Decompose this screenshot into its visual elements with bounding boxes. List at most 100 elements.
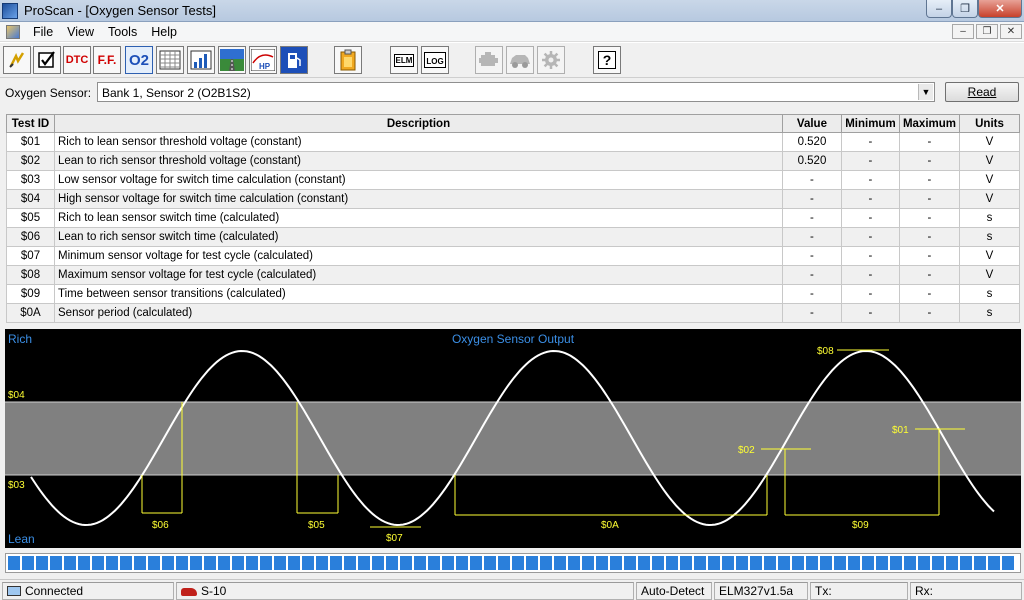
progress-segment xyxy=(120,556,132,570)
dtc-button[interactable]: DTC xyxy=(63,46,91,74)
bar-chart-button[interactable] xyxy=(187,46,215,74)
cell-maximum: - xyxy=(898,303,961,323)
minimize-button[interactable]: – xyxy=(926,0,952,18)
sensor-select[interactable]: Bank 1, Sensor 2 (O2B1S2) ▼ xyxy=(97,82,935,102)
cell-value: 0.520 xyxy=(781,151,842,171)
cell-units: V xyxy=(959,170,1020,190)
progress-segment xyxy=(456,556,468,570)
maximize-button[interactable]: ❐ xyxy=(952,0,978,18)
cell-minimum: - xyxy=(840,246,900,266)
table-row[interactable]: $05 Rich to lean sensor switch time (calc… xyxy=(6,208,1020,228)
o2-sensor-icon: O2 xyxy=(128,51,149,69)
cell-value: - xyxy=(781,303,842,323)
table-row[interactable]: $08 Maximum sensor voltage for test cycle… xyxy=(6,265,1020,285)
table-row[interactable]: $03 Low sensor voltage for switch time ca… xyxy=(6,170,1020,190)
menu-file[interactable]: File xyxy=(26,25,60,39)
progress-segment xyxy=(232,556,244,570)
menu-view[interactable]: View xyxy=(60,25,101,39)
cell-description: Time between sensor transitions (calcula… xyxy=(54,284,783,304)
column-header-description[interactable]: Description xyxy=(54,114,783,133)
marker-label-06: $06 xyxy=(152,520,169,531)
checklist-button[interactable] xyxy=(33,46,61,74)
chevron-down-icon[interactable]: ▼ xyxy=(918,84,933,100)
progress-segment xyxy=(624,556,636,570)
grid-button[interactable] xyxy=(156,46,184,74)
hp-button[interactable]: HP xyxy=(249,46,277,74)
table-row[interactable]: $06 Lean to rich sensor switch time (calc… xyxy=(6,227,1020,247)
column-header-value[interactable]: Value xyxy=(781,114,842,133)
document-icon[interactable] xyxy=(6,24,20,39)
cell-test-id: $06 xyxy=(6,227,55,247)
status-vehicle-text: S-10 xyxy=(201,584,227,598)
cell-maximum: - xyxy=(898,170,961,190)
progress-segment xyxy=(778,556,790,570)
connect-button[interactable] xyxy=(3,46,31,74)
cell-minimum: - xyxy=(840,189,900,209)
cell-value: - xyxy=(781,246,842,266)
progress-segment xyxy=(652,556,664,570)
clipboard-button[interactable] xyxy=(334,46,362,74)
child-minimize-button[interactable]: – xyxy=(952,24,974,39)
cell-maximum: - xyxy=(898,284,961,304)
progress-segment xyxy=(638,556,650,570)
marker-label-08: $08 xyxy=(817,346,834,357)
status-interface: ELM327v1.5a xyxy=(714,582,808,600)
level-label-low: $03 xyxy=(8,480,25,491)
table-row[interactable]: $0A Sensor period (calculated) - - - s xyxy=(6,303,1020,323)
column-header-minimum[interactable]: Minimum xyxy=(840,114,900,133)
vehicle-icon xyxy=(181,588,197,596)
close-button[interactable]: ✕ xyxy=(978,0,1022,18)
fuel-button[interactable] xyxy=(280,46,308,74)
table-row[interactable]: $01 Rich to lean sensor threshold voltage… xyxy=(6,132,1020,152)
cell-test-id: $04 xyxy=(6,189,55,209)
freeze-frame-button[interactable]: F.F. xyxy=(93,46,121,74)
checklist-icon xyxy=(38,51,55,68)
column-header-maximum[interactable]: Maximum xyxy=(898,114,961,133)
table-row[interactable]: $07 Minimum sensor voltage for test cycle… xyxy=(6,246,1020,266)
app-icon xyxy=(2,2,18,19)
child-close-button[interactable]: ✕ xyxy=(1000,24,1022,39)
column-header-units[interactable]: Units xyxy=(959,114,1020,133)
menu-help[interactable]: Help xyxy=(144,25,184,39)
progress-segment xyxy=(722,556,734,570)
progress-segment xyxy=(974,556,986,570)
progress-segment xyxy=(64,556,76,570)
cell-minimum: - xyxy=(840,170,900,190)
progress-segment xyxy=(666,556,678,570)
engine-button[interactable] xyxy=(475,46,503,74)
cell-minimum: - xyxy=(840,132,900,152)
elm-button[interactable]: ELM xyxy=(390,46,418,74)
child-restore-button[interactable]: ❐ xyxy=(976,24,998,39)
progress-segment xyxy=(50,556,62,570)
marker-label-0a: $0A xyxy=(601,520,619,531)
progress-segment xyxy=(330,556,342,570)
cell-test-id: $02 xyxy=(6,151,55,171)
cell-description: Minimum sensor voltage for test cycle (c… xyxy=(54,246,783,266)
car-icon xyxy=(510,55,530,68)
progress-segment xyxy=(358,556,370,570)
level-label-high: $04 xyxy=(8,390,25,401)
settings-button[interactable] xyxy=(537,46,565,74)
read-button[interactable]: Read xyxy=(945,82,1019,102)
cell-test-id: $0A xyxy=(6,303,55,323)
column-header-test-id[interactable]: Test ID xyxy=(6,114,55,133)
help-button[interactable]: ? xyxy=(593,46,621,74)
progress-segment xyxy=(834,556,846,570)
progress-segment xyxy=(806,556,818,570)
progress-segment xyxy=(498,556,510,570)
progress-segment xyxy=(246,556,258,570)
table-row[interactable]: $04 High sensor voltage for switch time c… xyxy=(6,189,1020,209)
road-button[interactable] xyxy=(218,46,246,74)
progress-segment xyxy=(918,556,930,570)
progress-segment xyxy=(134,556,146,570)
cell-units: V xyxy=(959,265,1020,285)
graph-title: Oxygen Sensor Output xyxy=(452,332,575,346)
table-row[interactable]: $02 Lean to rich sensor threshold voltage… xyxy=(6,151,1020,171)
car-button[interactable] xyxy=(506,46,534,74)
menu-tools[interactable]: Tools xyxy=(101,25,144,39)
log-button[interactable]: LOG xyxy=(421,46,449,74)
table-row[interactable]: $09 Time between sensor transitions (calc… xyxy=(6,284,1020,304)
progress-segment xyxy=(162,556,174,570)
title-bar: ProScan - [Oxygen Sensor Tests] – ❐ ✕ xyxy=(0,0,1024,22)
o2-button[interactable]: O2 xyxy=(125,46,153,74)
